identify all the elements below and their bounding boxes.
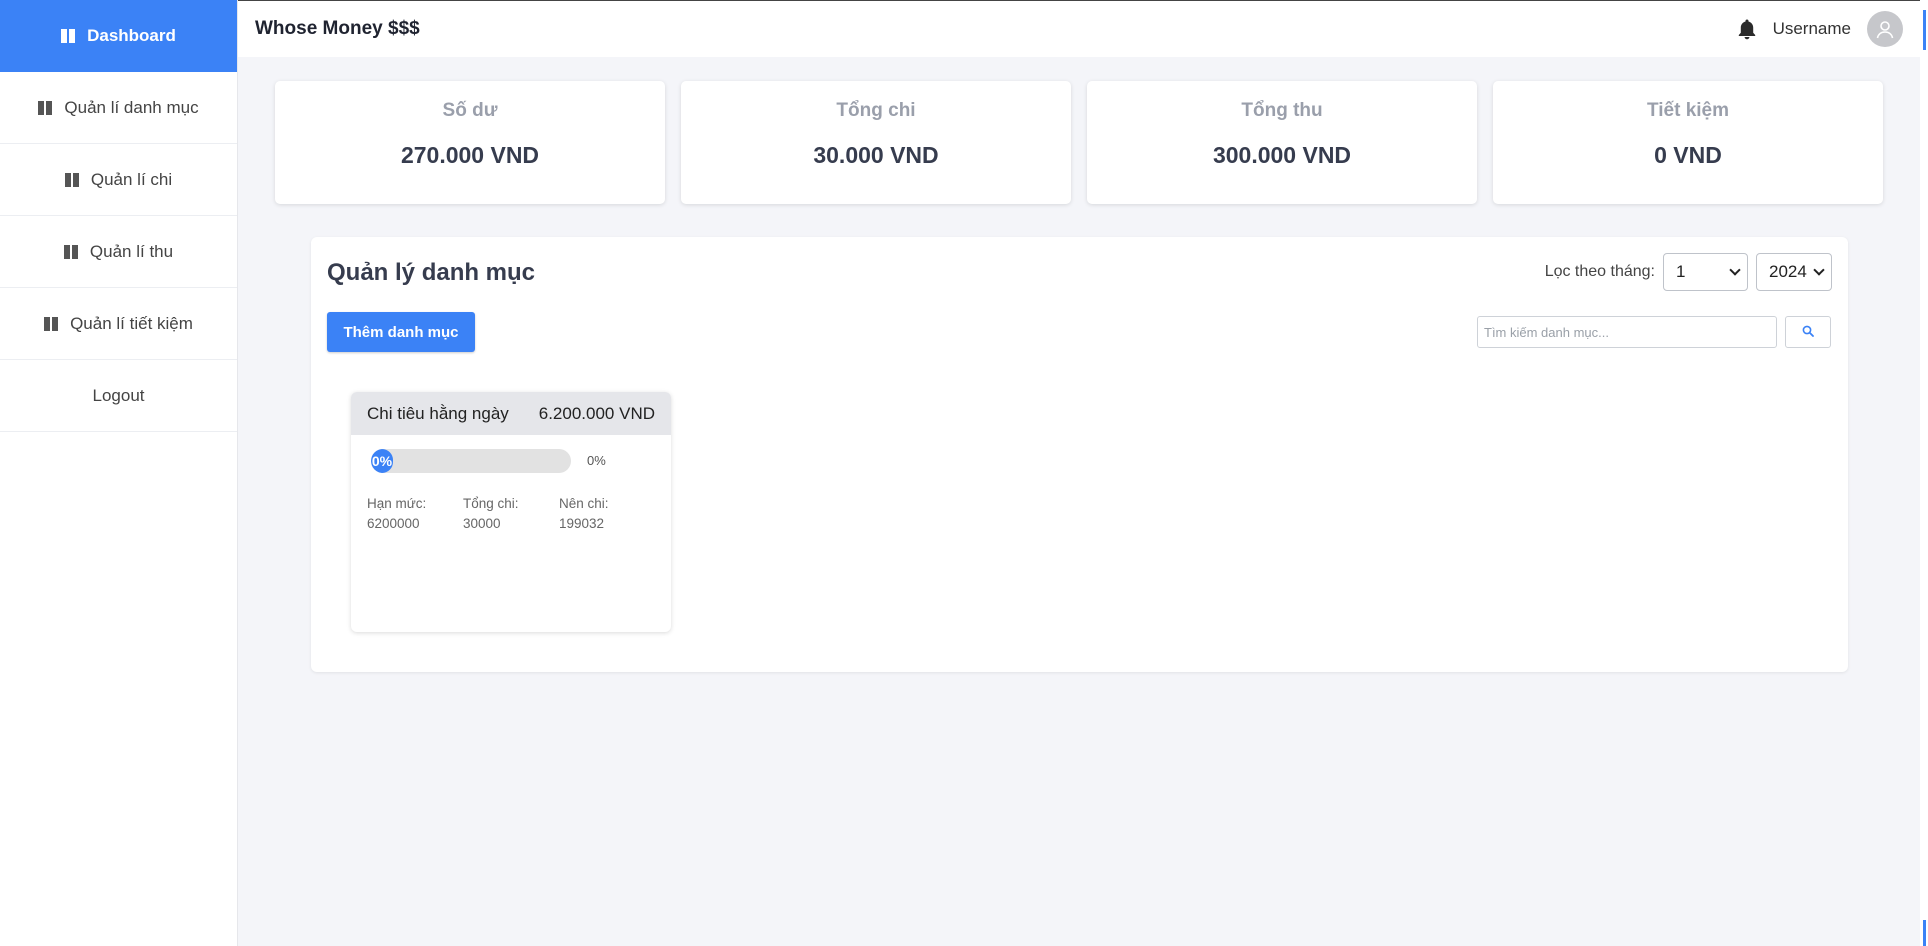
sidebar: Dashboard Quản lí danh mục Quản lí chi Q… bbox=[0, 0, 238, 946]
category-card-header: Chi tiêu hằng ngày 6.200.000 VND bbox=[351, 392, 671, 435]
chevron-down-icon bbox=[1813, 263, 1825, 276]
stat-value: 30.000 VND bbox=[813, 142, 939, 168]
sidebar-item-label: Dashboard bbox=[87, 26, 176, 45]
category-amount: 6.200.000 VND bbox=[538, 403, 655, 423]
stat-value: 0 VND bbox=[1654, 142, 1722, 168]
progress-track: 0% bbox=[371, 449, 571, 473]
dashboard-icon bbox=[61, 29, 76, 43]
stat-card-total-expense: Tổng chi 30.000 VND bbox=[681, 81, 1071, 204]
category-card[interactable]: Chi tiêu hằng ngày 6.200.000 VND 0% 0% H… bbox=[351, 392, 671, 632]
top-header: Whose Money $$$ Username bbox=[238, 0, 1920, 57]
sidebar-item-dashboard[interactable]: Dashboard bbox=[0, 0, 237, 72]
sidebar-item-logout[interactable]: Logout bbox=[0, 360, 237, 432]
page-title: Quản lý danh mục bbox=[327, 259, 536, 286]
username-label[interactable]: Username bbox=[1773, 19, 1851, 39]
sidebar-item-label: Logout bbox=[92, 385, 145, 405]
progress-fill: 0% bbox=[371, 449, 393, 473]
month-value: 1 bbox=[1676, 262, 1686, 281]
bell-icon[interactable] bbox=[1737, 18, 1757, 40]
category-name: Chi tiêu hằng ngày bbox=[367, 403, 509, 423]
filter-label: Lọc theo tháng: bbox=[1544, 263, 1655, 280]
category-limit: Hạn mức: 6200000 bbox=[367, 496, 427, 531]
sidebar-item-expenses[interactable]: Quản lí chi bbox=[0, 144, 237, 216]
chevron-down-icon bbox=[1729, 263, 1741, 276]
sidebar-item-label: Quản lí thu bbox=[89, 241, 174, 261]
stat-label: Số dư bbox=[442, 100, 498, 121]
category-panel: Quản lý danh mục Lọc theo tháng: 1 2024 … bbox=[311, 237, 1848, 672]
sidebar-item-label: Quản lí chi bbox=[90, 169, 173, 189]
year-select[interactable]: 2024 bbox=[1756, 253, 1832, 291]
header-actions: Username bbox=[1737, 11, 1903, 47]
dashboard-icon bbox=[44, 316, 59, 331]
stat-value: 270.000 VND bbox=[400, 142, 540, 168]
avatar-icon[interactable] bbox=[1867, 11, 1903, 47]
month-filter: Lọc theo tháng: 1 2024 bbox=[1545, 253, 1832, 291]
stat-label: Tiết kiệm bbox=[1646, 100, 1730, 121]
stat-label: Tổng chi bbox=[836, 100, 916, 121]
stat-card-total-income: Tổng thu 300.000 VND bbox=[1087, 81, 1477, 204]
category-details: Hạn mức: 6200000 Tổng chi: 30000 Nên chi… bbox=[367, 494, 655, 534]
dashboard-icon bbox=[38, 100, 53, 115]
stats-row: Số dư 270.000 VND Tổng chi 30.000 VND Tổ… bbox=[275, 81, 1883, 204]
sidebar-item-label: Quản lí tiết kiệm bbox=[70, 313, 193, 333]
year-value: 2024 bbox=[1769, 262, 1807, 281]
search-button[interactable] bbox=[1785, 316, 1831, 348]
dashboard-icon bbox=[63, 244, 78, 259]
category-progress: 0% bbox=[371, 449, 571, 473]
category-spent: Tổng chi: 30000 bbox=[463, 496, 519, 531]
stat-value: 300.000 VND bbox=[1212, 142, 1352, 168]
dashboard-icon bbox=[64, 172, 79, 187]
sidebar-item-categories[interactable]: Quản lí danh mục bbox=[0, 72, 237, 144]
sidebar-item-income[interactable]: Quản lí thu bbox=[0, 216, 237, 288]
add-category-button[interactable]: Thêm danh mục bbox=[327, 312, 475, 352]
scrollbar[interactable] bbox=[1920, 0, 1928, 946]
sidebar-item-savings[interactable]: Quản lí tiết kiệm bbox=[0, 288, 237, 360]
stat-label: Tổng thu bbox=[1241, 100, 1323, 121]
stat-card-savings: Tiết kiệm 0 VND bbox=[1493, 81, 1883, 204]
search-icon bbox=[1802, 325, 1814, 340]
category-should-spend: Nên chi: 199032 bbox=[559, 496, 609, 531]
app-title: Whose Money $$$ bbox=[255, 18, 420, 39]
stat-card-balance: Số dư 270.000 VND bbox=[275, 81, 665, 204]
month-select[interactable]: 1 bbox=[1663, 253, 1748, 291]
sidebar-item-label: Quản lí danh mục bbox=[64, 97, 199, 117]
search-input[interactable] bbox=[1477, 316, 1777, 348]
progress-percent: 0% bbox=[587, 453, 606, 468]
